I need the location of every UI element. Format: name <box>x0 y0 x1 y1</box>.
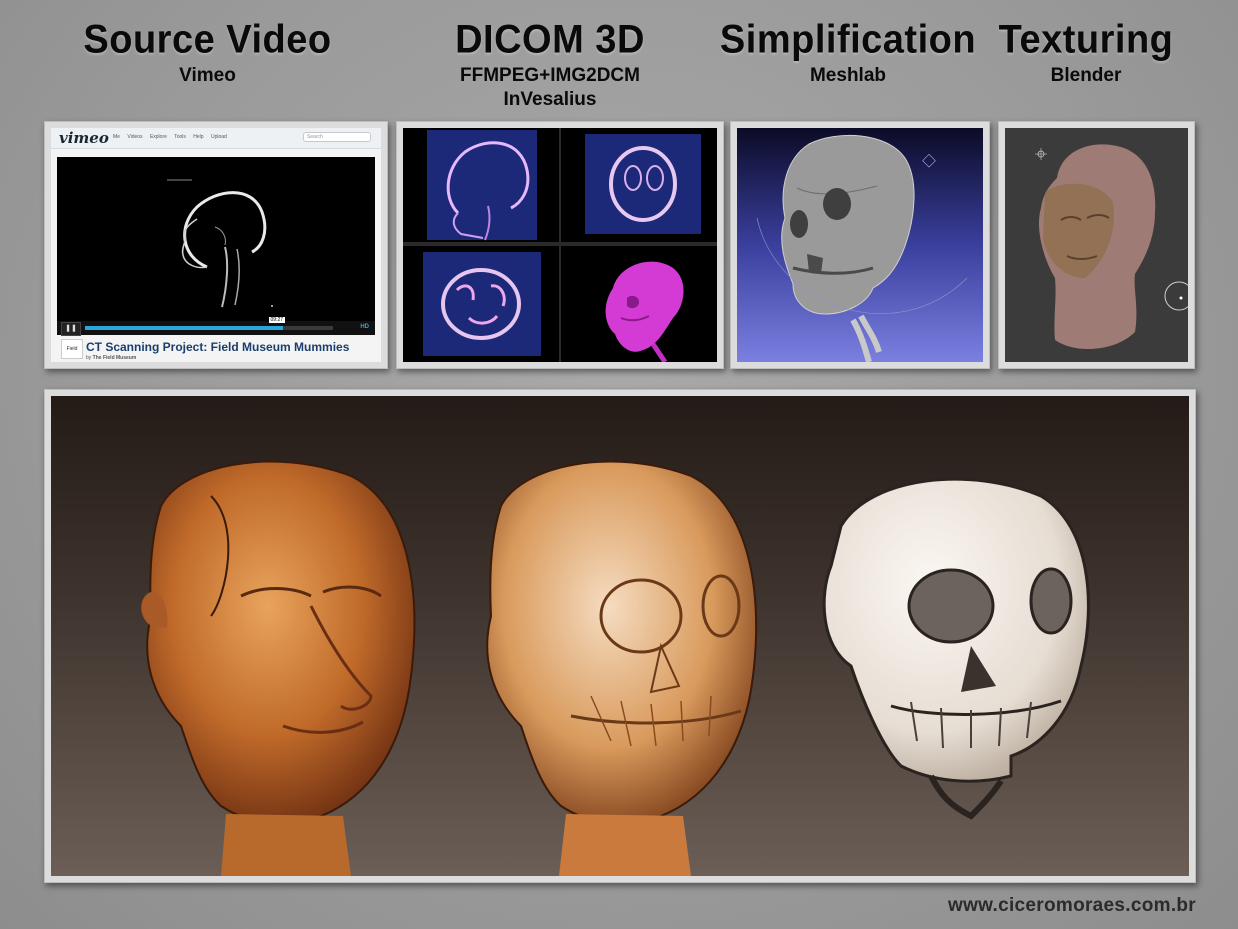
head-skin-stage <box>141 460 416 876</box>
video-title[interactable]: CT Scanning Project: Field Museum Mummie… <box>86 340 349 354</box>
final-render-image <box>51 396 1189 876</box>
pause-button[interactable]: ❚❚ <box>61 322 81 336</box>
heading-title: Source Video <box>83 17 332 63</box>
nav-link-me[interactable]: Me <box>113 134 120 140</box>
invesalius-viewports <box>403 128 717 362</box>
progress-fill <box>85 326 284 330</box>
sagittal-slice-image <box>446 141 530 241</box>
nav-link-tools[interactable]: Tools <box>174 134 186 140</box>
timecode-label: 09:27 <box>268 317 286 323</box>
search-input[interactable]: Search <box>303 132 371 142</box>
channel-badge[interactable]: Field <box>61 339 83 359</box>
coronal-viewport[interactable] <box>403 246 559 362</box>
texturing-panel <box>998 121 1195 369</box>
nav-link-upload[interactable]: Upload <box>211 134 227 140</box>
vimeo-logo[interactable]: vimeo <box>59 129 109 147</box>
heading-tool: Meshlab <box>809 65 887 86</box>
video-byline: by The Field Museum <box>86 355 136 361</box>
nav-link-videos[interactable]: Videos <box>127 134 142 140</box>
meshlab-viewport[interactable] <box>737 128 983 362</box>
blender-viewport[interactable] <box>1005 128 1188 362</box>
simplification-panel <box>730 121 990 369</box>
axial-slice-image <box>609 146 677 222</box>
vimeo-topbar: vimeo Me Videos Explore Tools Help Uploa… <box>51 128 381 149</box>
heading-title: Texturing <box>998 17 1174 63</box>
three-head-stages-render <box>141 460 1090 876</box>
skull-bone-stage <box>822 477 1090 820</box>
heading-tool: InVesalius <box>503 89 597 110</box>
heading-simplification: Simplification Meshlab <box>712 17 984 88</box>
head-translucent-stage <box>486 460 758 876</box>
nav-link-help[interactable]: Help <box>193 134 203 140</box>
heading-source-video: Source Video Vimeo <box>55 17 360 88</box>
heading-dicom-3d: DICOM 3D FFMPEG+IMG2DCM InVesalius <box>400 17 700 112</box>
final-render-panel <box>44 389 1196 883</box>
ct-skull-sagittal-image <box>167 179 273 308</box>
video-player[interactable]: ❚❚ 09:27 HD <box>57 157 375 336</box>
sagittal-viewport[interactable] <box>403 128 559 242</box>
heading-tool: FFMPEG+IMG2DCM <box>460 65 640 86</box>
vimeo-nav: Me Videos Explore Tools Help Upload <box>113 134 233 140</box>
heading-tool: Blender <box>1050 65 1122 86</box>
vimeo-page: vimeo Me Videos Explore Tools Help Uploa… <box>51 128 381 362</box>
wireframe-skull-render <box>756 134 968 362</box>
progress-bar[interactable]: 09:27 <box>85 317 333 330</box>
byline-author[interactable]: The Field Museum <box>93 355 137 361</box>
website-credit[interactable]: www.ciceromoraes.com.br <box>948 895 1196 917</box>
heading-texturing: Texturing Blender <box>988 17 1184 88</box>
axial-viewport[interactable] <box>561 128 717 242</box>
byline-prefix: by <box>86 355 92 361</box>
nav-link-explore[interactable]: Explore <box>150 134 167 140</box>
viewport-divider-v[interactable] <box>559 128 561 362</box>
3d-render-viewport[interactable] <box>561 246 717 362</box>
heading-title: DICOM 3D <box>455 17 645 63</box>
source-video-panel: vimeo Me Videos Explore Tools Help Uploa… <box>44 121 388 369</box>
player-controls: ❚❚ 09:27 HD <box>57 317 375 336</box>
dicom-panel <box>396 121 724 369</box>
heading-title: Simplification <box>719 17 977 63</box>
magenta-skull-render <box>605 261 684 362</box>
coronal-slice-image <box>441 268 521 340</box>
heading-tool: Vimeo <box>179 65 236 86</box>
hd-toggle[interactable]: HD <box>360 324 369 330</box>
textured-head-render <box>1035 144 1188 350</box>
